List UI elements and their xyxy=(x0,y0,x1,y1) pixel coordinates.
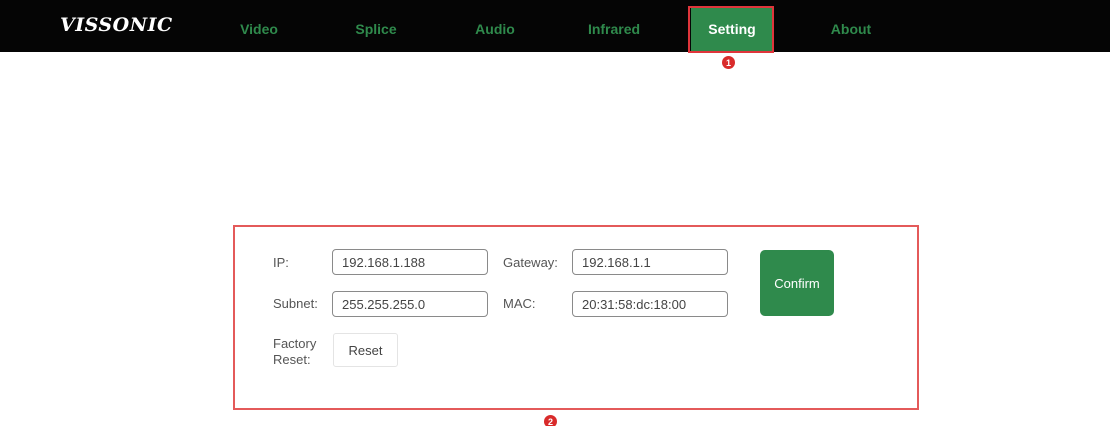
top-navigation-bar: VISSONIC Video Splice Audio Infrared Set… xyxy=(0,0,1110,52)
nav-tab-video[interactable]: Video xyxy=(234,6,284,52)
factory-reset-label: Factory Reset: xyxy=(273,336,316,368)
nav-tab-infrared[interactable]: Infrared xyxy=(582,6,646,52)
mac-label: MAC: xyxy=(503,296,536,311)
factory-reset-label-line1: Factory xyxy=(273,336,317,351)
subnet-label: Subnet: xyxy=(273,296,318,311)
nav-tab-about[interactable]: About xyxy=(826,6,876,52)
gateway-input[interactable] xyxy=(572,249,728,275)
vissonic-logo: VISSONIC xyxy=(60,14,173,36)
ip-label: IP: xyxy=(273,255,289,270)
confirm-button[interactable]: Confirm xyxy=(760,250,834,316)
mac-input[interactable] xyxy=(572,291,728,317)
gateway-label: Gateway: xyxy=(503,255,558,270)
nav-tab-audio[interactable]: Audio xyxy=(470,6,520,52)
reset-button[interactable]: Reset xyxy=(333,333,398,367)
subnet-input[interactable] xyxy=(332,291,488,317)
nav-tab-splice[interactable]: Splice xyxy=(348,6,404,52)
ip-input[interactable] xyxy=(332,249,488,275)
page: VISSONIC Video Splice Audio Infrared Set… xyxy=(0,0,1110,426)
annotation-marker-2: 2 xyxy=(544,415,557,426)
annotation-marker-1: 1 xyxy=(722,56,735,69)
nav-tab-setting[interactable]: Setting xyxy=(691,6,773,52)
factory-reset-label-line2: Reset: xyxy=(273,352,311,367)
